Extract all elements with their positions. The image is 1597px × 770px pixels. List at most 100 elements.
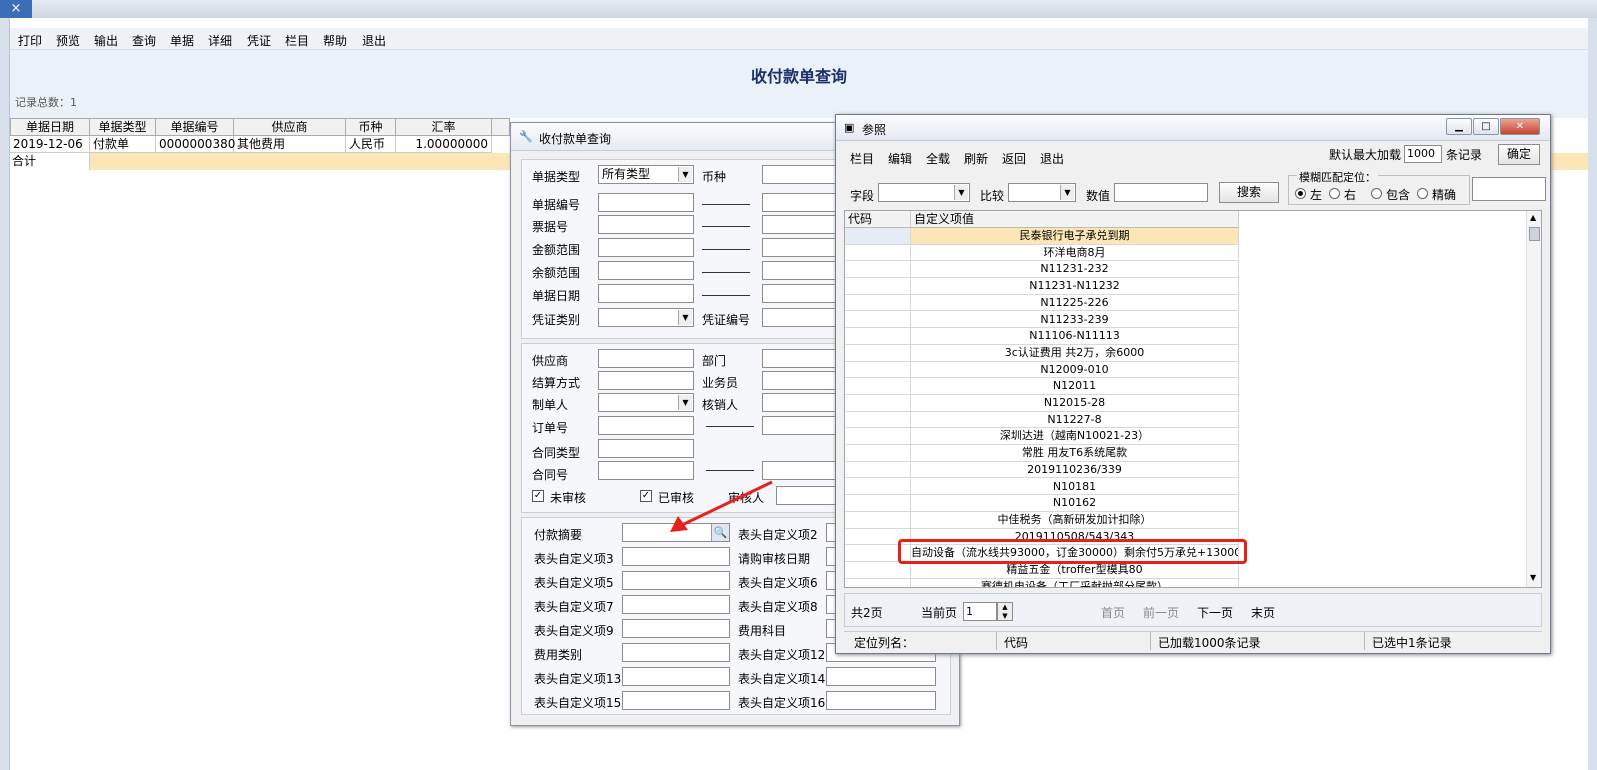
bill-number-to[interactable]	[762, 215, 842, 234]
toolbar-back[interactable]: 返回	[1002, 150, 1026, 167]
row-value-cell[interactable]: N12011	[911, 378, 1239, 394]
scroll-thumb[interactable]	[1529, 227, 1540, 241]
row-code-cell[interactable]	[845, 511, 911, 528]
menu-help[interactable]: 帮助	[323, 32, 347, 49]
col-header-custom-value[interactable]: 自定义项值	[911, 211, 1239, 228]
order-number-to[interactable]	[762, 416, 842, 435]
row-value-cell[interactable]: N10162	[911, 495, 1239, 511]
row-value-cell[interactable]: N10181	[911, 478, 1239, 495]
next-page-link[interactable]: 下一页	[1197, 604, 1233, 621]
row-value-cell[interactable]: 深圳达进（越南N10021-23）	[911, 428, 1239, 445]
creator-select[interactable]: ▼	[598, 393, 694, 412]
doc-date-to[interactable]	[762, 284, 842, 303]
col-header-currency[interactable]: 币种	[346, 118, 396, 136]
salesperson-input[interactable]	[762, 371, 842, 390]
expense-type-input[interactable]	[622, 643, 730, 662]
list-item[interactable]: N11225-226	[845, 294, 1239, 312]
menu-voucher[interactable]: 凭证	[247, 32, 271, 49]
unaudited-checkbox[interactable]: ✓	[532, 490, 544, 502]
custom14-input[interactable]	[826, 667, 936, 686]
list-item[interactable]: N11231-232	[845, 261, 1239, 279]
row-code-cell[interactable]	[845, 411, 911, 428]
row-value-cell[interactable]: 赛德机电设备（工厂采献抛部分尾款）	[911, 578, 1239, 587]
row-code-cell[interactable]	[845, 228, 911, 244]
bill-number-from[interactable]	[598, 215, 694, 234]
row-code-cell[interactable]	[845, 578, 911, 587]
row-code-cell[interactable]	[845, 478, 911, 495]
list-item[interactable]: 3c认证费用 共2万，余6000	[845, 344, 1239, 362]
voucher-number-input[interactable]	[762, 308, 842, 327]
row-value-cell[interactable]: 精益五金（troffer型模具80	[911, 562, 1239, 578]
max-load-input[interactable]: 1000	[1404, 145, 1442, 163]
row-value-cell[interactable]: N12015-28	[911, 395, 1239, 411]
doc-number-to[interactable]	[762, 193, 842, 212]
row-code-cell[interactable]	[845, 311, 911, 328]
table-cell[interactable]: 2019-12-06	[10, 136, 90, 153]
list-item[interactable]: N12015-28	[845, 395, 1239, 412]
auditor-input[interactable]	[776, 486, 842, 505]
close-icon[interactable]: ×	[0, 0, 32, 18]
row-value-cell[interactable]: 中佳税务（高新研发加计扣除）	[911, 511, 1239, 528]
row-code-cell[interactable]	[845, 261, 911, 278]
balance-to[interactable]	[762, 261, 842, 280]
custom7-input[interactable]	[622, 595, 730, 614]
dropdown-arrow-icon[interactable]: ▼	[678, 395, 692, 410]
supplier-input[interactable]	[598, 349, 694, 368]
menu-exit[interactable]: 退出	[362, 32, 386, 49]
vertical-scrollbar[interactable]: ▲ ▼	[1526, 211, 1541, 587]
radio-right[interactable]	[1329, 188, 1340, 199]
row-value-cell[interactable]: 3c认证费用 共2万，余6000	[911, 344, 1239, 361]
list-item[interactable]: N11106-N11113	[845, 328, 1239, 345]
department-input[interactable]	[762, 349, 842, 368]
menu-columns[interactable]: 栏目	[285, 32, 309, 49]
row-value-cell[interactable]: 环洋电商8月	[911, 244, 1239, 261]
search-button[interactable]: 搜索	[1219, 182, 1279, 203]
col-header-code[interactable]: 代码	[845, 211, 911, 228]
col-header-supplier[interactable]: 供应商	[234, 118, 346, 136]
list-item[interactable]: 精益五金（troffer型模具80	[845, 562, 1239, 579]
order-number-from[interactable]	[598, 416, 694, 435]
value-input[interactable]	[1114, 183, 1208, 202]
table-cell[interactable]: 人民币	[346, 136, 396, 153]
custom13-input[interactable]	[622, 667, 730, 686]
row-value-cell[interactable]: 民泰银行电子承兑到期	[911, 228, 1239, 244]
row-code-cell[interactable]	[845, 278, 911, 294]
row-code-cell[interactable]	[845, 244, 911, 261]
dropdown-arrow-icon[interactable]: ▼	[1060, 185, 1074, 200]
list-item[interactable]: N11233-239	[845, 311, 1239, 329]
doc-type-select[interactable]: 所有类型 ▼	[598, 165, 694, 184]
first-page-link[interactable]: 首页	[1101, 604, 1125, 621]
table-cell[interactable]: 1.00000000	[396, 136, 492, 153]
settlement-input[interactable]	[598, 371, 694, 390]
menu-document[interactable]: 单据	[170, 32, 194, 49]
row-code-cell[interactable]	[845, 461, 911, 478]
custom9-input[interactable]	[622, 619, 730, 638]
toolbar-refresh[interactable]: 刷新	[964, 150, 988, 167]
dropdown-arrow-icon[interactable]: ▼	[678, 167, 692, 182]
row-code-cell[interactable]	[845, 378, 911, 394]
doc-number-from[interactable]	[598, 193, 694, 212]
current-page-input[interactable]: 1	[963, 602, 997, 621]
list-item[interactable]: 2019110236/339	[845, 461, 1239, 479]
row-value-cell[interactable]: N11231-232	[911, 261, 1239, 278]
currency-input[interactable]	[762, 165, 842, 184]
row-value-cell[interactable]: N11231-N11232	[911, 278, 1239, 294]
writeoff-input[interactable]	[762, 393, 842, 412]
reference-dialog-titlebar[interactable]: ▣ 参照 ▁ □ ✕	[836, 115, 1550, 141]
row-code-cell[interactable]	[845, 562, 911, 578]
row-code-cell[interactable]	[845, 495, 911, 511]
list-item[interactable]: N12009-010	[845, 361, 1239, 379]
menu-print[interactable]: 打印	[18, 32, 42, 49]
row-value-cell[interactable]: N11227-8	[911, 411, 1239, 428]
last-page-link[interactable]: 末页	[1251, 604, 1275, 621]
locate-input[interactable]	[1472, 177, 1546, 201]
compare-select[interactable]: ▼	[1008, 183, 1076, 202]
toolbar-columns[interactable]: 栏目	[850, 150, 874, 167]
row-code-cell[interactable]	[845, 428, 911, 445]
menu-export[interactable]: 输出	[94, 32, 118, 49]
list-item[interactable]: 民泰银行电子承兑到期	[845, 228, 1239, 245]
list-item[interactable]: N10162	[845, 495, 1239, 512]
doc-date-from[interactable]	[598, 284, 694, 303]
col-header-rate[interactable]: 汇率	[396, 118, 492, 136]
maximize-icon[interactable]: □	[1473, 118, 1499, 135]
